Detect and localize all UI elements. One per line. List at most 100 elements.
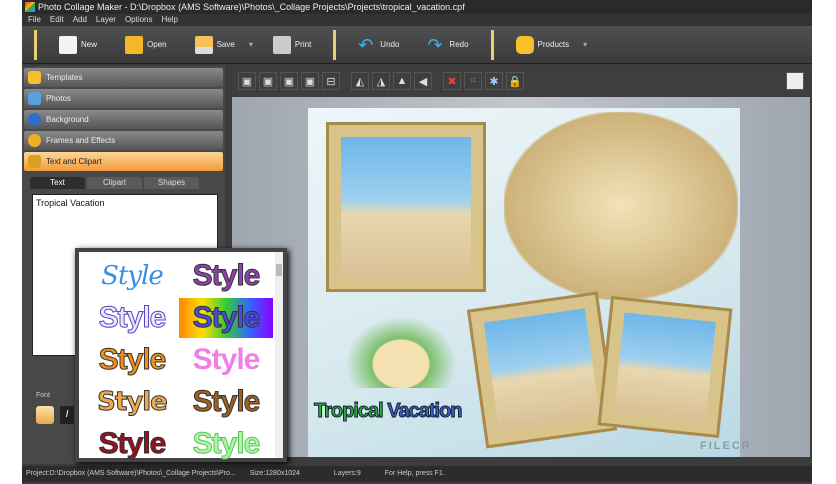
tab-text[interactable]: Text — [30, 177, 85, 189]
font-label: Font — [36, 392, 51, 399]
style-option[interactable]: Style — [179, 424, 273, 464]
kids-photo — [483, 308, 601, 432]
menu-options[interactable]: Options — [125, 14, 153, 26]
style-option[interactable]: Style — [85, 340, 179, 380]
panel-photos[interactable]: Photos — [24, 89, 223, 108]
title-bar: Photo Collage Maker - D:\Dropbox (AMS So… — [22, 0, 812, 14]
panel-label: Frames and Effects — [46, 136, 116, 145]
canvas-title-word1: Tropical — [313, 400, 388, 423]
save-icon — [194, 35, 213, 54]
style-option[interactable]: Style — [85, 424, 179, 464]
new-label: New — [81, 40, 98, 49]
printer-icon — [272, 35, 291, 54]
style-option[interactable]: Style — [85, 256, 179, 296]
toolbar-divider — [333, 29, 337, 60]
print-label: Print — [294, 40, 312, 49]
menu-edit[interactable]: Edit — [50, 14, 64, 26]
page-icon[interactable] — [786, 72, 804, 90]
star-icon — [28, 71, 41, 84]
rotate-right-icon[interactable]: ◮ — [372, 72, 390, 90]
tshirt-icon — [515, 35, 534, 54]
crop-icon[interactable]: ⌗ — [464, 72, 482, 90]
style-option[interactable]: Style — [85, 298, 179, 338]
products-button[interactable]: Products — [502, 35, 584, 54]
bring-forward-icon[interactable]: ▣ — [259, 72, 277, 90]
tab-clipart[interactable]: Clipart — [87, 177, 142, 189]
panel-label: Photos — [46, 94, 71, 103]
treasure-map-clipart[interactable] — [504, 112, 738, 300]
status-help: For Help, press F1. — [384, 470, 445, 477]
save-button[interactable]: Save — [181, 35, 249, 54]
styles-scrollbar[interactable] — [275, 252, 283, 458]
status-layers: Layers:9 — [333, 470, 361, 477]
tab-shapes[interactable]: Shapes — [144, 177, 199, 189]
photo-frame-child[interactable] — [597, 295, 733, 439]
bring-to-front-icon[interactable]: ▣ — [301, 72, 319, 90]
style-option[interactable]: Style — [179, 340, 273, 380]
open-label: Open — [147, 40, 167, 49]
products-dropdown-icon[interactable]: ▾ — [583, 40, 587, 49]
send-backward-icon[interactable]: ▣ — [238, 72, 256, 90]
italic-button[interactable]: I — [60, 406, 74, 424]
panel-label: Templates — [46, 73, 83, 82]
status-size: Size:1280x1024 — [249, 470, 300, 477]
main-toolbar: New Open Save ▾ Print ↶ Undo ↷ Redo Produc… — [22, 26, 812, 64]
canvas-title-text[interactable]: Tropical Vacation — [313, 400, 463, 423]
photo-frame-kids[interactable] — [466, 291, 618, 449]
redo-icon: ↷ — [427, 34, 443, 55]
canvas-area[interactable]: Tropical Vacation — [232, 97, 810, 457]
palm-tree-clipart[interactable] — [336, 308, 466, 388]
panel-text-clipart[interactable]: Text and Clipart — [24, 152, 223, 171]
panel-label: Background — [46, 115, 89, 124]
photo-frame-family[interactable] — [326, 122, 486, 292]
style-option[interactable]: Style — [179, 382, 273, 422]
folder-icon — [125, 35, 144, 54]
open-button[interactable]: Open — [111, 35, 181, 54]
products-label: Products — [537, 40, 570, 49]
toolbar-divider — [34, 29, 37, 60]
photo-icon — [28, 92, 41, 105]
panel-frames-effects[interactable]: Frames and Effects — [24, 131, 223, 150]
send-to-back-icon[interactable]: ▣ — [280, 72, 298, 90]
align-icon[interactable]: ⊟ — [322, 72, 340, 90]
family-beach-photo — [341, 137, 471, 277]
canvas-title-word2: Vacation — [387, 400, 463, 423]
menu-layer[interactable]: Layer — [96, 14, 116, 26]
settings-gear-icon[interactable]: ✱ — [485, 72, 503, 90]
redo-button[interactable]: ↷ Redo — [413, 36, 482, 54]
save-dropdown-icon[interactable]: ▾ — [249, 40, 253, 49]
print-button[interactable]: Print — [259, 35, 325, 54]
style-option[interactable]: Style — [179, 256, 273, 296]
paint-drop-icon — [28, 113, 41, 126]
save-label: Save — [216, 40, 235, 49]
new-button[interactable]: New — [45, 35, 111, 54]
panel-background[interactable]: Background — [24, 110, 223, 129]
status-bar: Project:D:\Dropbox (AMS Software)\Photos… — [22, 466, 812, 482]
undo-button[interactable]: ↶ Undo — [344, 36, 413, 54]
menu-bar: File Edit Add Layer Options Help — [22, 14, 812, 26]
scrollbar-thumb[interactable] — [276, 264, 282, 276]
font-button[interactable] — [36, 406, 54, 424]
style-option[interactable]: Style — [179, 298, 273, 338]
menu-add[interactable]: Add — [73, 14, 87, 26]
menu-file[interactable]: File — [28, 14, 41, 26]
palette-icon — [28, 134, 41, 147]
flip-vertical-icon[interactable]: ◀ — [414, 72, 432, 90]
panel-templates[interactable]: Templates — [24, 68, 223, 87]
trophy-icon — [28, 155, 41, 168]
status-project: Project:D:\Dropbox (AMS Software)\Photos… — [26, 470, 236, 477]
delete-icon[interactable]: ✖ — [443, 72, 461, 90]
app-logo-icon — [25, 2, 35, 12]
flip-horizontal-icon[interactable]: ▲ — [393, 72, 411, 90]
text-tabs: Text Clipart Shapes — [30, 177, 225, 189]
undo-icon: ↶ — [358, 34, 374, 55]
menu-help[interactable]: Help — [162, 14, 178, 26]
collage-page[interactable]: Tropical Vacation — [308, 108, 740, 457]
canvas-toolbar: ▣ ▣ ▣ ▣ ⊟ ◭ ◮ ▲ ◀ ✖ ⌗ ✱ 🔒 — [232, 66, 810, 96]
lock-icon[interactable]: 🔒 — [506, 72, 524, 90]
new-file-icon — [59, 35, 77, 54]
panel-label: Text and Clipart — [46, 157, 102, 166]
rotate-left-icon[interactable]: ◭ — [351, 72, 369, 90]
text-styles-popup: Style Style Style Style Style Style Styl… — [75, 248, 287, 462]
style-option[interactable]: Style — [85, 382, 179, 422]
